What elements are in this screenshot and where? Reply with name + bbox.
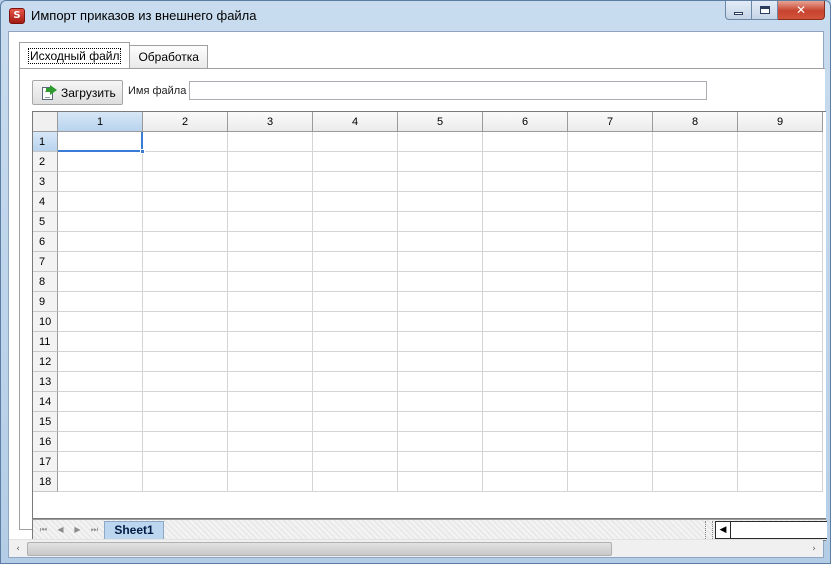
- row-header[interactable]: 13: [33, 372, 58, 392]
- scroll-thumb[interactable]: [27, 542, 612, 556]
- grid-line: [567, 132, 568, 492]
- tab-source-file[interactable]: Исходный файл: [19, 42, 131, 68]
- tab-label: Обработка: [138, 50, 199, 64]
- minimize-button[interactable]: [725, 1, 752, 20]
- column-header[interactable]: 9: [738, 112, 823, 132]
- file-name-field[interactable]: [189, 81, 707, 100]
- tab-label: Исходный файл: [28, 47, 122, 64]
- load-button-label: Загрузить: [61, 85, 116, 100]
- grid-line: [58, 451, 823, 452]
- row-header[interactable]: 4: [33, 192, 58, 212]
- row-header[interactable]: 7: [33, 252, 58, 272]
- grid-line: [482, 132, 483, 492]
- row-header[interactable]: 5: [33, 212, 58, 232]
- grid-line: [737, 132, 738, 492]
- row-header[interactable]: 6: [33, 232, 58, 252]
- column-header[interactable]: 3: [228, 112, 313, 132]
- grid-line: [58, 351, 823, 352]
- grid-line: [227, 132, 228, 492]
- grid-line: [58, 411, 823, 412]
- grid-line: [58, 191, 823, 192]
- row-header[interactable]: 12: [33, 352, 58, 372]
- grid-line: [58, 211, 823, 212]
- grid-line: [58, 251, 823, 252]
- row-header[interactable]: 16: [33, 432, 58, 452]
- grid-line: [58, 271, 823, 272]
- row-header[interactable]: 9: [33, 292, 58, 312]
- load-button[interactable]: Загрузить: [32, 80, 123, 105]
- column-header[interactable]: 4: [313, 112, 398, 132]
- last-sheet-icon[interactable]: ⏭: [86, 522, 103, 538]
- grid-line: [397, 132, 398, 492]
- grid-line: [58, 231, 823, 232]
- window-title: Импорт приказов из внешнего файла: [31, 8, 257, 23]
- grid-line: [58, 171, 823, 172]
- column-header[interactable]: 7: [568, 112, 653, 132]
- tab-strip: Исходный файл Обработка: [19, 42, 208, 68]
- row-header[interactable]: 14: [33, 392, 58, 412]
- next-sheet-icon[interactable]: ▶: [69, 522, 86, 538]
- minimize-icon: [734, 11, 743, 15]
- grid-line: [822, 132, 823, 492]
- column-header[interactable]: 6: [483, 112, 568, 132]
- main-window: S Импорт приказов из внешнего файла ✕ Ис…: [0, 0, 831, 564]
- grid-horizontal-scroll[interactable]: ◀: [705, 521, 827, 539]
- client-area: Исходный файл Обработка Загрузить Имя фа…: [8, 31, 827, 558]
- first-sheet-icon[interactable]: ⏮: [35, 522, 52, 538]
- scroll-left-icon[interactable]: ◀: [715, 521, 731, 539]
- toolbar: Загрузить Имя файла: [32, 80, 812, 106]
- select-all-corner[interactable]: [33, 112, 58, 132]
- title-bar[interactable]: S Импорт приказов из внешнего файла ✕: [1, 1, 830, 31]
- prev-sheet-icon[interactable]: ◀: [52, 522, 69, 538]
- row-header[interactable]: 11: [33, 332, 58, 352]
- maximize-button[interactable]: [752, 1, 778, 20]
- window-horizontal-scrollbar[interactable]: ‹ ›: [9, 539, 823, 557]
- maximize-icon: [759, 6, 770, 14]
- tab-splitter-handle[interactable]: [705, 521, 713, 539]
- sheet-tab-sheet1[interactable]: Sheet1: [104, 521, 164, 540]
- row-header[interactable]: 15: [33, 412, 58, 432]
- grid-line: [58, 371, 823, 372]
- active-cell[interactable]: [58, 132, 145, 154]
- import-file-icon: [41, 84, 57, 101]
- file-name-label: Имя файла: [128, 85, 187, 97]
- grid-line: [312, 132, 313, 492]
- column-header[interactable]: 1: [58, 112, 143, 132]
- grid-line: [58, 291, 823, 292]
- grid-line: [58, 311, 823, 312]
- fill-handle[interactable]: [140, 149, 145, 154]
- grid-line: [58, 151, 823, 152]
- grid-line: [58, 471, 823, 472]
- row-header[interactable]: 18: [33, 472, 58, 492]
- window-controls: ✕: [725, 1, 825, 20]
- spreadsheet-grid[interactable]: 1 2 3 4 5 6 7 8 9 1 2 3 4 5 6 7 8 9 10 11 12 13 14 15 16 17 18: [32, 111, 826, 519]
- scroll-track[interactable]: [731, 521, 827, 539]
- row-header[interactable]: 1: [33, 132, 58, 152]
- app-icon[interactable]: S: [9, 8, 25, 24]
- grid-line: [58, 391, 823, 392]
- close-button[interactable]: ✕: [778, 1, 825, 20]
- row-header[interactable]: 8: [33, 272, 58, 292]
- column-header[interactable]: 8: [653, 112, 738, 132]
- source-file-panel: Загрузить Имя файла 1 2 3 4 5 6 7 8 9 1 2 3 4 5 6 7 8 9 10…: [19, 68, 827, 541]
- grid-line: [58, 491, 823, 492]
- grid-line: [142, 132, 143, 492]
- column-header[interactable]: 5: [398, 112, 483, 132]
- sheet-tab-bar: ⏮ ◀ ▶ ⏭ Sheet1 ◀: [32, 519, 827, 541]
- scroll-right-arrow-icon[interactable]: ›: [805, 540, 823, 558]
- row-header[interactable]: 2: [33, 152, 58, 172]
- tab-processing[interactable]: Обработка: [129, 45, 208, 68]
- row-header[interactable]: 3: [33, 172, 58, 192]
- grid-line: [58, 431, 823, 432]
- row-header[interactable]: 17: [33, 452, 58, 472]
- column-header[interactable]: 2: [143, 112, 228, 132]
- grid-line: [652, 132, 653, 492]
- row-header[interactable]: 10: [33, 312, 58, 332]
- close-icon: ✕: [795, 3, 807, 17]
- scroll-left-arrow-icon[interactable]: ‹: [9, 540, 27, 558]
- grid-line: [58, 331, 823, 332]
